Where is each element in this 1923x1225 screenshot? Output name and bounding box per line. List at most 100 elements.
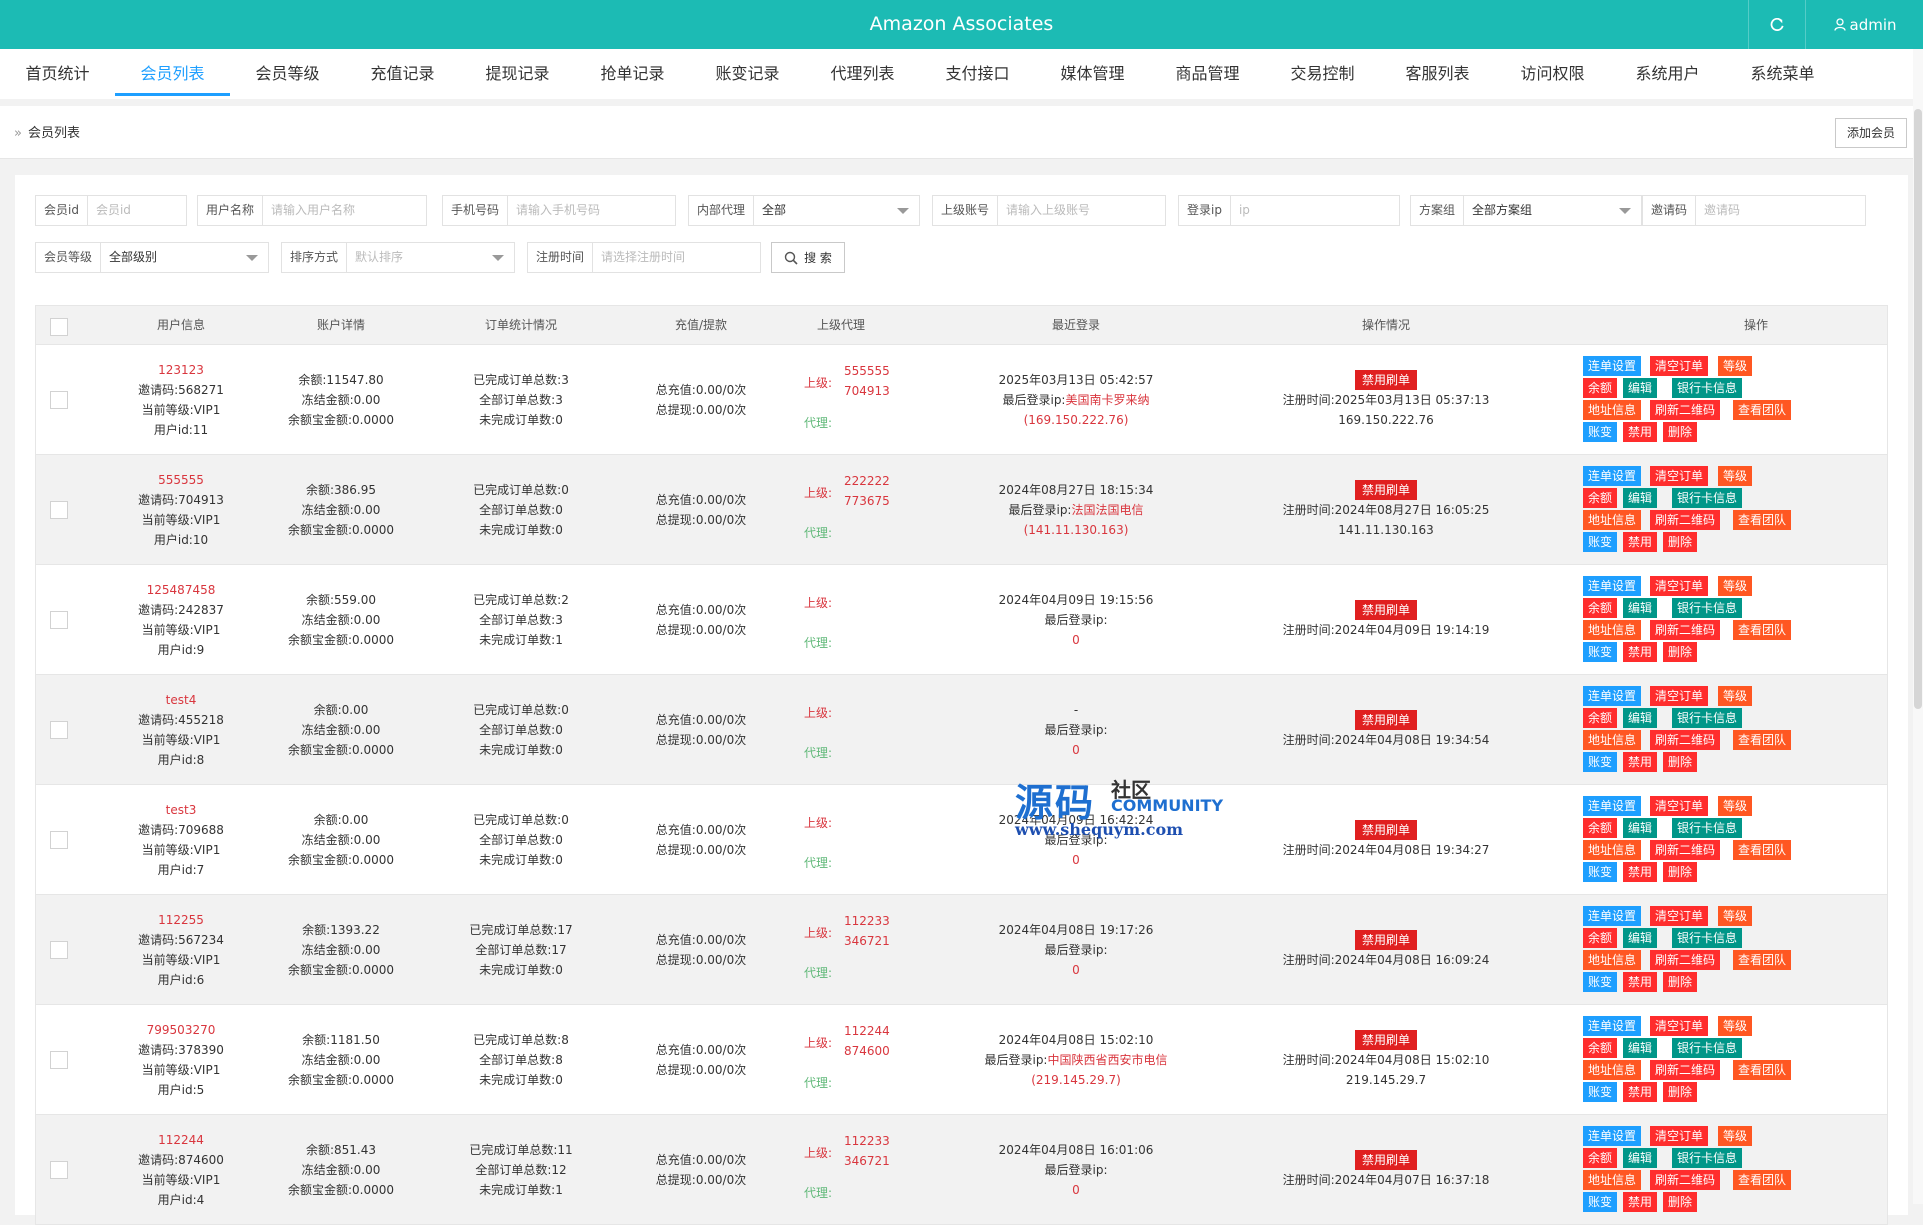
- ban-order-button[interactable]: 禁用刷单: [1354, 480, 1417, 500]
- reg-time-input[interactable]: 请选择注册时间: [593, 243, 760, 272]
- action-button[interactable]: 清空订单: [1650, 466, 1709, 486]
- action-button[interactable]: 连单设置: [1583, 356, 1642, 376]
- row-checkbox[interactable]: [50, 941, 68, 959]
- nav-tab[interactable]: 商品管理: [1150, 49, 1265, 99]
- member-id-input[interactable]: 会员id: [88, 196, 186, 225]
- ban-order-button[interactable]: 禁用刷单: [1354, 930, 1417, 950]
- action-button[interactable]: 余额: [1583, 598, 1618, 618]
- nav-tab[interactable]: 抢单记录: [575, 49, 690, 99]
- agent-select[interactable]: 全部: [754, 196, 919, 225]
- action-button[interactable]: 编辑: [1623, 818, 1658, 838]
- action-button[interactable]: 编辑: [1623, 1148, 1658, 1168]
- superior-account-2[interactable]: 346721: [844, 931, 890, 951]
- action-button[interactable]: 账变: [1583, 532, 1618, 552]
- action-button[interactable]: 清空订单: [1650, 576, 1709, 596]
- search-button[interactable]: 搜 索: [771, 242, 845, 273]
- action-button[interactable]: 禁用: [1623, 862, 1658, 882]
- action-button[interactable]: 编辑: [1623, 708, 1658, 728]
- action-button[interactable]: 清空订单: [1650, 356, 1709, 376]
- action-button[interactable]: 等级: [1718, 686, 1753, 706]
- nav-tab[interactable]: 会员列表: [115, 49, 230, 99]
- action-button[interactable]: 连单设置: [1583, 1126, 1642, 1146]
- action-button[interactable]: 删除: [1663, 752, 1698, 772]
- action-button[interactable]: 查看团队: [1733, 1170, 1792, 1190]
- action-button[interactable]: 银行卡信息: [1672, 488, 1743, 508]
- nav-tab[interactable]: 账变记录: [690, 49, 805, 99]
- username-link[interactable]: 125487458: [147, 580, 216, 600]
- nav-tab[interactable]: 媒体管理: [1035, 49, 1150, 99]
- nav-tab[interactable]: 支付接口: [920, 49, 1035, 99]
- nav-tab[interactable]: 代理列表: [805, 49, 920, 99]
- superior-account-2[interactable]: 704913: [844, 381, 890, 401]
- action-button[interactable]: 查看团队: [1733, 840, 1792, 860]
- action-button[interactable]: 余额: [1583, 1038, 1618, 1058]
- action-button[interactable]: 地址信息: [1583, 1170, 1642, 1190]
- action-button[interactable]: 等级: [1718, 1126, 1753, 1146]
- row-checkbox[interactable]: [50, 501, 68, 519]
- action-button[interactable]: 编辑: [1623, 378, 1658, 398]
- action-button[interactable]: 银行卡信息: [1672, 708, 1743, 728]
- action-button[interactable]: 等级: [1718, 1016, 1753, 1036]
- action-button[interactable]: 银行卡信息: [1672, 1038, 1743, 1058]
- superior-account-1[interactable]: 112233: [844, 911, 890, 931]
- action-button[interactable]: 地址信息: [1583, 400, 1642, 420]
- action-button[interactable]: 银行卡信息: [1672, 378, 1743, 398]
- action-button[interactable]: 地址信息: [1583, 510, 1642, 530]
- parent-account-input[interactable]: 请输入上级账号: [998, 196, 1165, 225]
- page-scrollbar[interactable]: [1913, 49, 1923, 1204]
- action-button[interactable]: 刷新二维码: [1650, 1170, 1721, 1190]
- action-button[interactable]: 银行卡信息: [1672, 818, 1743, 838]
- action-button[interactable]: 删除: [1663, 532, 1698, 552]
- plan-select[interactable]: 全部方案组: [1464, 196, 1641, 225]
- action-button[interactable]: 连单设置: [1583, 1016, 1642, 1036]
- nav-tab[interactable]: 客服列表: [1380, 49, 1495, 99]
- username-input[interactable]: 请输入用户名称: [263, 196, 426, 225]
- row-checkbox[interactable]: [50, 831, 68, 849]
- action-button[interactable]: 账变: [1583, 642, 1618, 662]
- action-button[interactable]: 等级: [1718, 466, 1753, 486]
- action-button[interactable]: 地址信息: [1583, 730, 1642, 750]
- action-button[interactable]: 银行卡信息: [1672, 1148, 1743, 1168]
- nav-tab[interactable]: 充值记录: [345, 49, 460, 99]
- action-button[interactable]: 地址信息: [1583, 620, 1642, 640]
- add-member-button[interactable]: 添加会员: [1835, 118, 1907, 148]
- username-link[interactable]: 555555: [158, 470, 204, 490]
- action-button[interactable]: 查看团队: [1733, 400, 1792, 420]
- action-button[interactable]: 连单设置: [1583, 906, 1642, 926]
- action-button[interactable]: 查看团队: [1733, 950, 1792, 970]
- nav-tab[interactable]: 系统菜单: [1725, 49, 1840, 99]
- action-button[interactable]: 账变: [1583, 422, 1618, 442]
- superior-account-1[interactable]: 222222: [844, 471, 890, 491]
- row-checkbox[interactable]: [50, 611, 68, 629]
- superior-account-2[interactable]: 346721: [844, 1151, 890, 1171]
- action-button[interactable]: 禁用: [1623, 1082, 1658, 1102]
- ban-order-button[interactable]: 禁用刷单: [1354, 600, 1417, 620]
- action-button[interactable]: 余额: [1583, 488, 1618, 508]
- action-button[interactable]: 等级: [1718, 576, 1753, 596]
- username-link[interactable]: 112244: [158, 1130, 204, 1150]
- nav-tab[interactable]: 交易控制: [1265, 49, 1380, 99]
- action-button[interactable]: 银行卡信息: [1672, 598, 1743, 618]
- action-button[interactable]: 删除: [1663, 972, 1698, 992]
- nav-tab[interactable]: 访问权限: [1495, 49, 1610, 99]
- action-button[interactable]: 查看团队: [1733, 510, 1792, 530]
- superior-account-1[interactable]: 112233: [844, 1131, 890, 1151]
- superior-account-1[interactable]: 112244: [844, 1021, 890, 1041]
- action-button[interactable]: 刷新二维码: [1650, 840, 1721, 860]
- action-button[interactable]: 等级: [1718, 906, 1753, 926]
- action-button[interactable]: 禁用: [1623, 532, 1658, 552]
- ban-order-button[interactable]: 禁用刷单: [1354, 710, 1417, 730]
- action-button[interactable]: 删除: [1663, 422, 1698, 442]
- action-button[interactable]: 连单设置: [1583, 686, 1642, 706]
- action-button[interactable]: 删除: [1663, 862, 1698, 882]
- action-button[interactable]: 连单设置: [1583, 796, 1642, 816]
- action-button[interactable]: 余额: [1583, 378, 1618, 398]
- username-link[interactable]: test3: [166, 800, 197, 820]
- action-button[interactable]: 清空订单: [1650, 906, 1709, 926]
- action-button[interactable]: 余额: [1583, 818, 1618, 838]
- nav-tab[interactable]: 系统用户: [1610, 49, 1725, 99]
- login-ip-input[interactable]: ip: [1231, 196, 1399, 225]
- username-link[interactable]: 123123: [158, 360, 204, 380]
- scrollbar-thumb[interactable]: [1914, 109, 1922, 709]
- action-button[interactable]: 编辑: [1623, 488, 1658, 508]
